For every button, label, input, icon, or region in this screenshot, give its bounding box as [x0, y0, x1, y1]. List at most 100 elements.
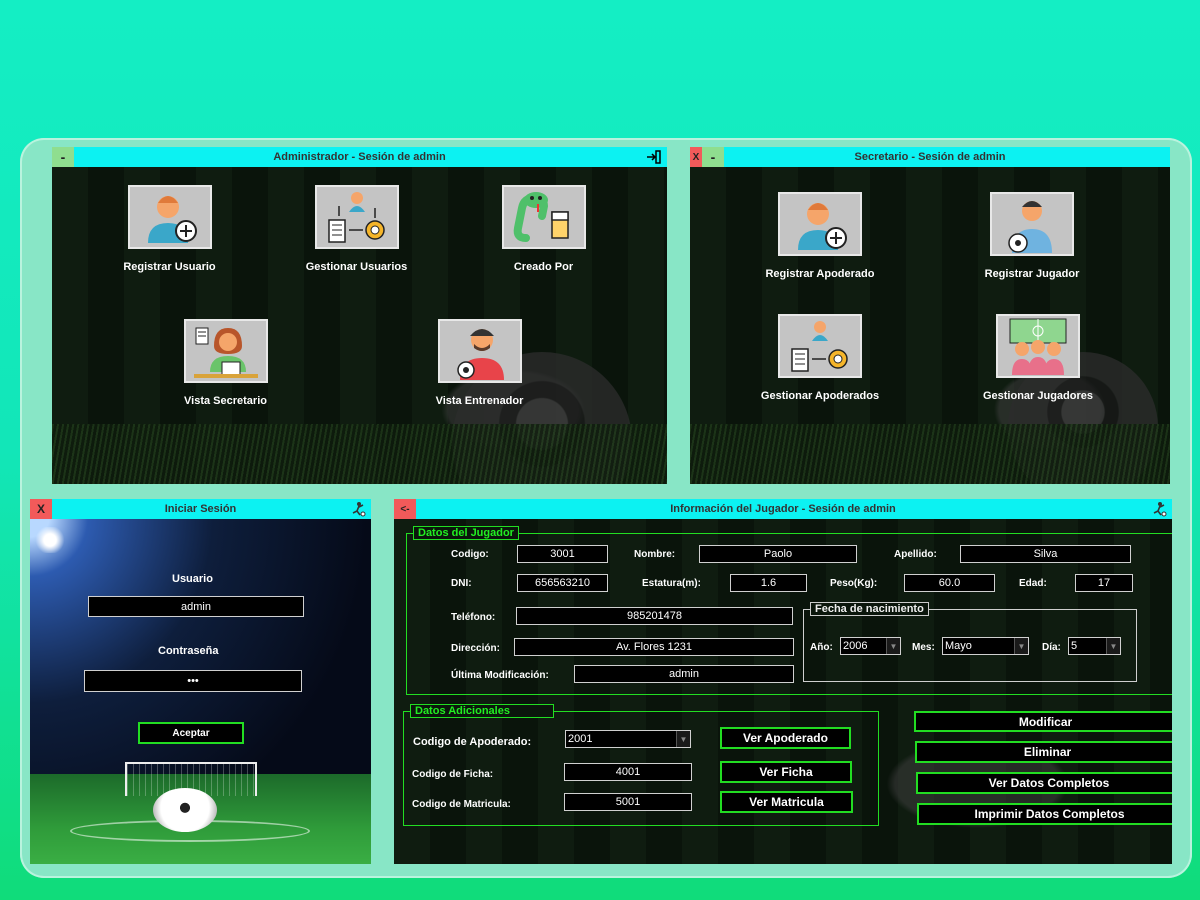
matricula-code-label: Codigo de Matricula: — [412, 799, 511, 810]
mes-select[interactable]: Mayo ▼ — [942, 637, 1029, 655]
tile-registrar-apoderado[interactable]: Registrar Apoderado — [750, 192, 890, 280]
dia-label: Día: — [1042, 642, 1061, 653]
chevron-down-icon[interactable]: ▼ — [1014, 638, 1028, 654]
logout-icon[interactable] — [645, 148, 663, 166]
tile-label: Gestionar Apoderados — [760, 390, 880, 402]
ver-matricula-button[interactable]: Ver Matricula — [720, 791, 853, 813]
dia-value: 5 — [1071, 640, 1078, 652]
login-window-title: Iniciar Sesión — [164, 503, 237, 515]
dia-select[interactable]: 5 ▼ — [1068, 637, 1121, 655]
snake-icon — [501, 185, 586, 249]
anio-value: 2006 — [843, 640, 868, 652]
soccer-player-icon — [1150, 500, 1168, 518]
ver-ficha-button[interactable]: Ver Ficha — [720, 761, 852, 783]
soccer-player-icon — [349, 500, 367, 518]
secretary-window: X - Secretario - Sesión de admin Registr… — [690, 147, 1170, 484]
tile-creado-por[interactable]: Creado Por — [486, 185, 601, 273]
birthdate-group-title: Fecha de nacimiento — [810, 602, 929, 616]
team-icon — [996, 314, 1080, 378]
ficha-code-field[interactable]: 4001 — [564, 763, 692, 781]
apellido-label: Apellido: — [894, 549, 937, 560]
tile-label: Registrar Apoderado — [765, 268, 875, 280]
tile-label: Registrar Usuario — [123, 261, 216, 273]
back-button[interactable]: <- — [394, 499, 416, 519]
soccer-ball-icon — [153, 788, 217, 832]
manage-users-icon — [778, 314, 862, 378]
tile-gestionar-apoderados[interactable]: Gestionar Apoderados — [750, 314, 890, 402]
nombre-label: Nombre: — [634, 549, 676, 560]
manage-users-icon — [314, 185, 399, 249]
chevron-down-icon[interactable]: ▼ — [1106, 638, 1120, 654]
ver-apoderado-button[interactable]: Ver Apoderado — [720, 727, 851, 749]
minimize-button[interactable]: - — [702, 147, 724, 167]
admin-window: - Administrador - Sesión de admin Regist… — [52, 147, 667, 484]
apoderado-code-value: 2001 — [568, 733, 593, 745]
anio-select[interactable]: 2006 ▼ — [840, 637, 901, 655]
telefono-label: Teléfono: — [451, 612, 496, 623]
chevron-down-icon[interactable]: ▼ — [676, 731, 690, 747]
tile-vista-entrenador[interactable]: Vista Entrenador — [422, 319, 537, 407]
tile-label: Vista Entrenador — [435, 395, 524, 407]
direccion-field[interactable]: Av. Flores 1231 — [514, 638, 794, 656]
peso-label: Peso(Kg): — [830, 578, 878, 589]
tile-label: Vista Secretario — [184, 395, 267, 407]
tile-gestionar-jugadores[interactable]: Gestionar Jugadores — [968, 314, 1108, 402]
tile-registrar-jugador[interactable]: Registrar Jugador — [962, 192, 1102, 280]
close-button[interactable]: X — [690, 147, 702, 167]
tile-label: Creado Por — [513, 261, 574, 273]
anio-label: Año: — [810, 642, 833, 653]
ver-datos-completos-button[interactable]: Ver Datos Completos — [916, 772, 1172, 794]
username-input[interactable]: admin — [88, 596, 304, 617]
chevron-down-icon[interactable]: ▼ — [886, 638, 900, 654]
edad-label: Edad: — [1019, 578, 1047, 589]
player-titlebar: <- Información del Jugador - Sesión de a… — [394, 499, 1172, 519]
imprimir-datos-completos-button[interactable]: Imprimir Datos Completos — [917, 803, 1172, 825]
direccion-label: Dirección: — [451, 643, 500, 654]
grass-decoration — [52, 424, 667, 484]
secretary-window-title: Secretario - Sesión de admin — [854, 151, 1006, 163]
admin-window-title: Administrador - Sesión de admin — [273, 151, 446, 163]
player-info-window: <- Información del Jugador - Sesión de a… — [394, 499, 1172, 864]
ficha-code-label: Codigo de Ficha: — [412, 769, 494, 780]
password-input[interactable]: ••• — [84, 670, 302, 692]
admin-titlebar: - Administrador - Sesión de admin — [52, 147, 667, 167]
nombre-field[interactable]: Paolo — [699, 545, 857, 563]
minimize-button[interactable]: - — [52, 147, 74, 167]
secretary-icon — [183, 319, 268, 383]
peso-field[interactable]: 60.0 — [904, 574, 995, 592]
mes-value: Mayo — [945, 640, 972, 652]
mes-label: Mes: — [912, 642, 935, 653]
estatura-label: Estatura(m): — [642, 578, 701, 589]
apellido-field[interactable]: Silva — [960, 545, 1131, 563]
accept-button[interactable]: Aceptar — [138, 722, 244, 744]
edad-field[interactable]: 17 — [1075, 574, 1133, 592]
username-label: Usuario — [172, 573, 213, 585]
eliminar-button[interactable]: Eliminar — [915, 741, 1172, 763]
tile-registrar-usuario[interactable]: Registrar Usuario — [112, 185, 227, 273]
grass-decoration — [690, 424, 1170, 484]
estatura-field[interactable]: 1.6 — [730, 574, 807, 592]
apoderado-code-label: Codigo de Apoderado: — [413, 736, 532, 748]
close-button[interactable]: X — [30, 499, 52, 519]
ultima-modificacion-field[interactable]: admin — [574, 665, 794, 683]
ultima-modificacion-label: Última Modificación: — [451, 670, 549, 681]
user-add-icon — [127, 185, 212, 249]
extra-data-group-title: Datos Adicionales — [410, 704, 554, 718]
tile-vista-secretario[interactable]: Vista Secretario — [168, 319, 283, 407]
modificar-button[interactable]: Modificar — [914, 711, 1172, 732]
dni-label: DNI: — [451, 578, 472, 589]
dni-field[interactable]: 656563210 — [517, 574, 608, 592]
matricula-code-field[interactable]: 5001 — [564, 793, 692, 811]
player-window-title: Información del Jugador - Sesión de admi… — [670, 503, 896, 515]
login-window: X Iniciar Sesión Usuario admin Contraseñ… — [30, 499, 371, 864]
tile-gestionar-usuarios[interactable]: Gestionar Usuarios — [299, 185, 414, 273]
apoderado-code-select[interactable]: 2001 ▼ — [565, 730, 691, 748]
player-data-group-title: Datos del Jugador — [413, 526, 519, 540]
tile-label: Gestionar Usuarios — [305, 261, 408, 273]
stadium-lights-decoration — [34, 527, 66, 553]
telefono-field[interactable]: 985201478 — [516, 607, 793, 625]
secretary-titlebar: X - Secretario - Sesión de admin — [690, 147, 1170, 167]
coach-icon — [437, 319, 522, 383]
login-titlebar: X Iniciar Sesión — [30, 499, 371, 519]
codigo-field[interactable]: 3001 — [517, 545, 608, 563]
